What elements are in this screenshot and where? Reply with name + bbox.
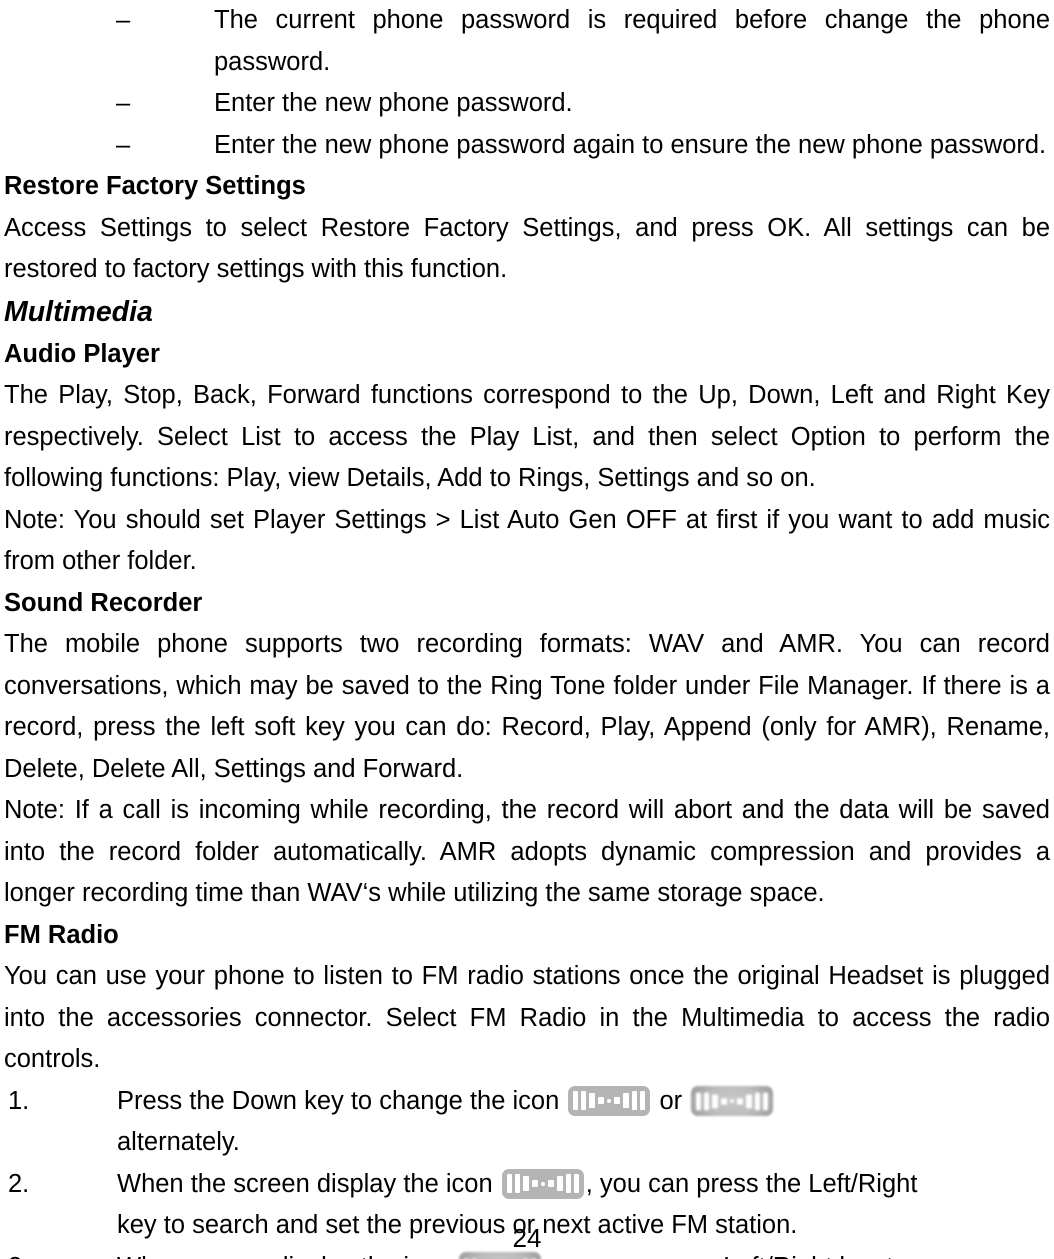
- emphasis-text: FM Radio: [469, 1003, 587, 1032]
- paragraph-fm-radio: You can use your phone to listen to FM r…: [4, 956, 1050, 1081]
- paragraph-audio-player: The Play, Stop, Back, Forward functions …: [4, 375, 1050, 500]
- emphasis-text: Note:: [4, 796, 65, 824]
- body-text: to select: [191, 213, 321, 242]
- list-item-text: When the screen display the icon: [117, 1169, 493, 1198]
- list-item-text: Enter the new phone password again to en…: [214, 130, 1047, 159]
- emphasis-text: File Manager: [758, 671, 907, 700]
- body-text: , and then select: [572, 422, 791, 451]
- fm-frequency-bars-icon: [691, 1085, 774, 1116]
- note-audio-player: Note: You should set Player Settings > L…: [4, 500, 1050, 583]
- fm-signal-bars-icon: [568, 1085, 651, 1116]
- emphasis-text: Ring Tone: [490, 671, 606, 700]
- body-text: in the: [586, 1003, 682, 1032]
- note-sound-recorder: Note: If a call is incoming while record…: [4, 790, 1050, 915]
- list-marker: 2.: [8, 1169, 30, 1198]
- document-page: – The current phone password is required…: [0, 0, 1054, 1259]
- list-marker: 1.: [8, 1086, 30, 1115]
- section-heading-restore-factory-settings: Restore Factory Settings: [4, 172, 306, 200]
- list-item-text: Press the Down key to change the icon: [117, 1086, 560, 1115]
- page-number: 24: [512, 1223, 542, 1253]
- dash-marker: –: [116, 6, 131, 34]
- body-text: folder under: [605, 671, 759, 700]
- list-item-text: When screen display the icon: [117, 1253, 450, 1259]
- list-item: – Enter the new phone password.: [4, 83, 1050, 125]
- paragraph-restore-factory-settings: Access Settings to select Restore Factor…: [4, 208, 1050, 291]
- dash-marker: –: [116, 130, 131, 159]
- section-heading-fm-radio: FM Radio: [4, 920, 119, 949]
- list-item: – Enter the new phone password again to …: [4, 125, 1050, 167]
- dash-marker: –: [116, 89, 131, 117]
- emphasis-text: List: [241, 422, 281, 451]
- paragraph-sound-recorder: The mobile phone supports two recording …: [4, 624, 1050, 790]
- emphasis-text: Play List: [469, 422, 573, 451]
- list-item: – The current phone password is required…: [4, 0, 1050, 83]
- body-text: Access: [4, 213, 100, 242]
- list-item: 1. Press the Down key to change the icon…: [4, 1081, 1050, 1164]
- emphasis-text: Note:: [4, 505, 65, 534]
- list-item-text-line2: alternately.: [117, 1128, 240, 1156]
- body-text: to access the: [280, 422, 470, 451]
- body-text: You should set Player Settings > List Au…: [4, 505, 1050, 576]
- password-steps-list: – The current phone password is required…: [4, 0, 1050, 166]
- emphasis-text: Restore Factory Settings: [320, 213, 615, 242]
- section-heading-audio-player: Audio Player: [4, 339, 160, 368]
- emphasis-text: Option: [790, 422, 866, 451]
- list-item-text-cont: , you can press Left/Right key to: [543, 1253, 907, 1259]
- fm-signal-bars-icon: [501, 1168, 584, 1199]
- section-heading-sound-recorder: Sound Recorder: [4, 588, 203, 617]
- list-item-text: Enter the new phone password.: [214, 89, 573, 117]
- list-item-text-cont: , you can press the Left/Right: [585, 1169, 918, 1198]
- list-item-text-between: or: [659, 1086, 683, 1115]
- body-text: If a call is incoming while recording, t…: [4, 796, 1050, 907]
- list-item-text: The current phone password is required b…: [214, 6, 1050, 76]
- emphasis-text: Settings: [99, 213, 192, 242]
- emphasis-text: Multimedia: [681, 1003, 805, 1032]
- section-heading-multimedia: Multimedia: [4, 295, 153, 328]
